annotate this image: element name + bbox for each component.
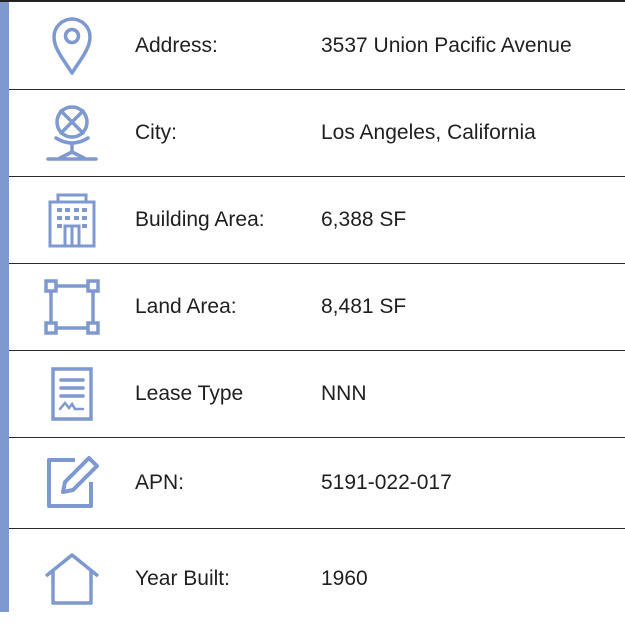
land-area-label: Land Area: <box>135 295 237 318</box>
apn-value: 5191-022-017 <box>321 471 452 494</box>
address-value: 3537 Union Pacific Avenue <box>321 33 572 57</box>
table-row-land-area: Land Area: 8,481 SF <box>9 264 625 351</box>
address-label: Address: <box>135 33 218 57</box>
house-icon <box>9 552 135 606</box>
accent-sidebar <box>0 2 9 612</box>
land-area-frame-icon <box>9 277 135 337</box>
property-details-table: Address: 3537 Union Pacific Avenue City:… <box>9 2 625 628</box>
apn-label: APN: <box>135 471 185 494</box>
city-value: Los Angeles, California <box>321 121 536 144</box>
land-area-value: 8,481 SF <box>321 295 407 318</box>
city-label: City: <box>135 121 177 144</box>
building-area-label: Building Area: <box>135 208 265 231</box>
table-row-lease-type: Lease Type NNN <box>9 351 625 438</box>
lease-document-icon <box>9 366 135 422</box>
building-area-value: 6,388 SF <box>321 208 407 231</box>
table-row-address: Address: 3537 Union Pacific Avenue <box>9 2 625 90</box>
table-row-apn: APN: 5191-022-017 <box>9 438 625 529</box>
year-built-label: Year Built: <box>135 566 230 590</box>
building-icon <box>9 192 135 248</box>
year-built-value: 1960 <box>321 566 368 590</box>
lease-type-value: NNN <box>321 382 367 405</box>
globe-stand-icon <box>9 104 135 162</box>
location-pin-icon <box>9 16 135 76</box>
edit-pencil-icon <box>9 454 135 512</box>
table-row-building-area: Building Area: 6,388 SF <box>9 177 625 264</box>
table-row-year-built: Year Built: 1960 <box>9 529 625 628</box>
lease-type-label: Lease Type <box>135 382 244 405</box>
table-row-city: City: Los Angeles, California <box>9 90 625 177</box>
